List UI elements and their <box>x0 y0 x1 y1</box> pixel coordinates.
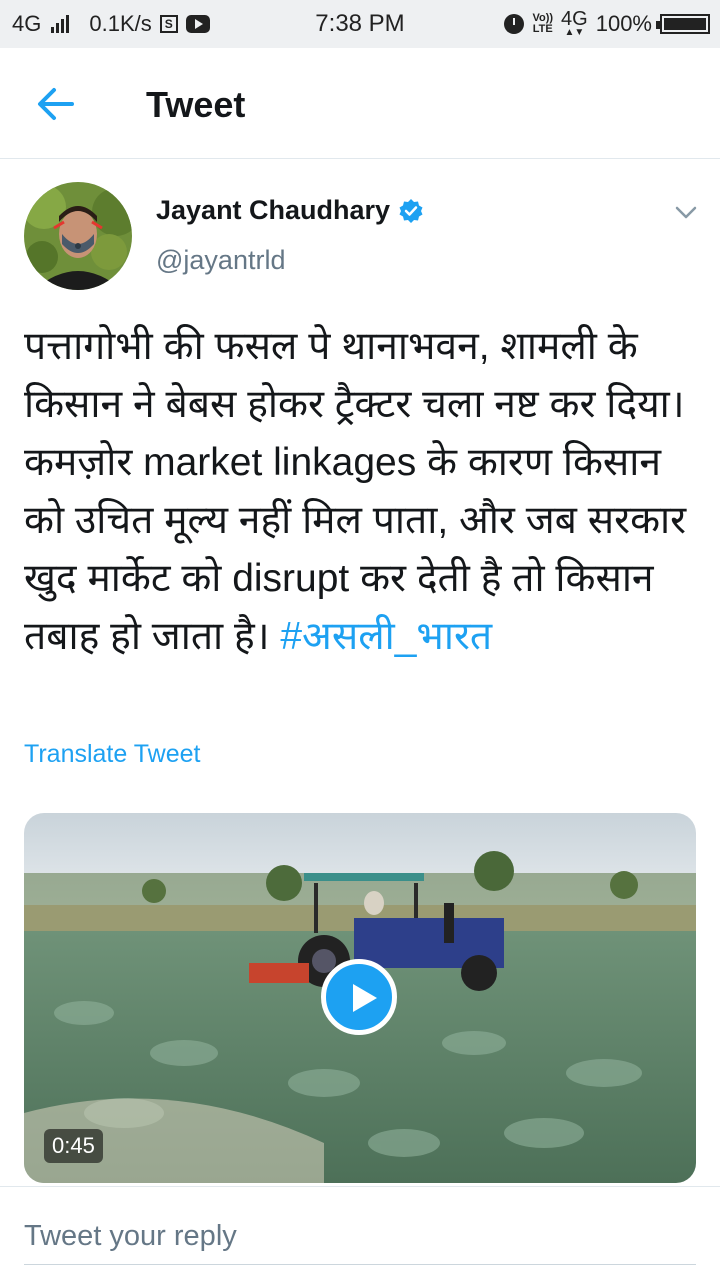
hashtag-link[interactable]: #असली_भारत <box>280 615 492 658</box>
author-name-text: Jayant Chaudhary <box>156 195 391 225</box>
verified-badge-icon <box>399 198 423 223</box>
volte-icon: Vo)) LTE <box>532 12 554 35</box>
avatar-image <box>24 182 132 290</box>
translate-tweet-link[interactable]: Translate Tweet <box>24 740 200 769</box>
battery-percent: 100% <box>595 11 652 36</box>
battery-icon <box>656 14 710 34</box>
author-handle[interactable]: @jayantrld <box>156 245 285 276</box>
network-4g-icon: 4G ▲▼ <box>561 8 588 38</box>
arrow-left-icon <box>38 88 74 120</box>
tweet-text: पत्तागोभी की फसल पे थानाभवन, शामली के कि… <box>24 318 700 666</box>
alarm-icon <box>504 14 525 34</box>
back-button[interactable] <box>32 82 80 126</box>
video-duration: 0:45 <box>44 1129 103 1163</box>
reply-input[interactable] <box>24 1208 696 1265</box>
status-bar: 4G 0.1K/s S 7:38 PM Vo)) LTE 4G ▲▼ 100% <box>0 0 720 48</box>
page-title: Tweet <box>146 84 246 125</box>
play-button[interactable] <box>321 959 397 1035</box>
chevron-down-icon <box>675 206 697 219</box>
top-app-bar: Tweet <box>0 48 720 159</box>
tweet-body: पत्तागोभी की फसल पे थानाभवन, शामली के कि… <box>24 325 687 658</box>
tweet-menu-button[interactable] <box>672 198 700 226</box>
divider <box>0 1186 720 1187</box>
tweet-video[interactable]: 0:45 <box>24 813 696 1183</box>
status-bar-right: Vo)) LTE 4G ▲▼ 100% <box>504 0 710 48</box>
author-name[interactable]: Jayant Chaudhary <box>156 195 424 226</box>
avatar[interactable] <box>24 182 132 290</box>
network-right: 4G <box>561 8 588 30</box>
